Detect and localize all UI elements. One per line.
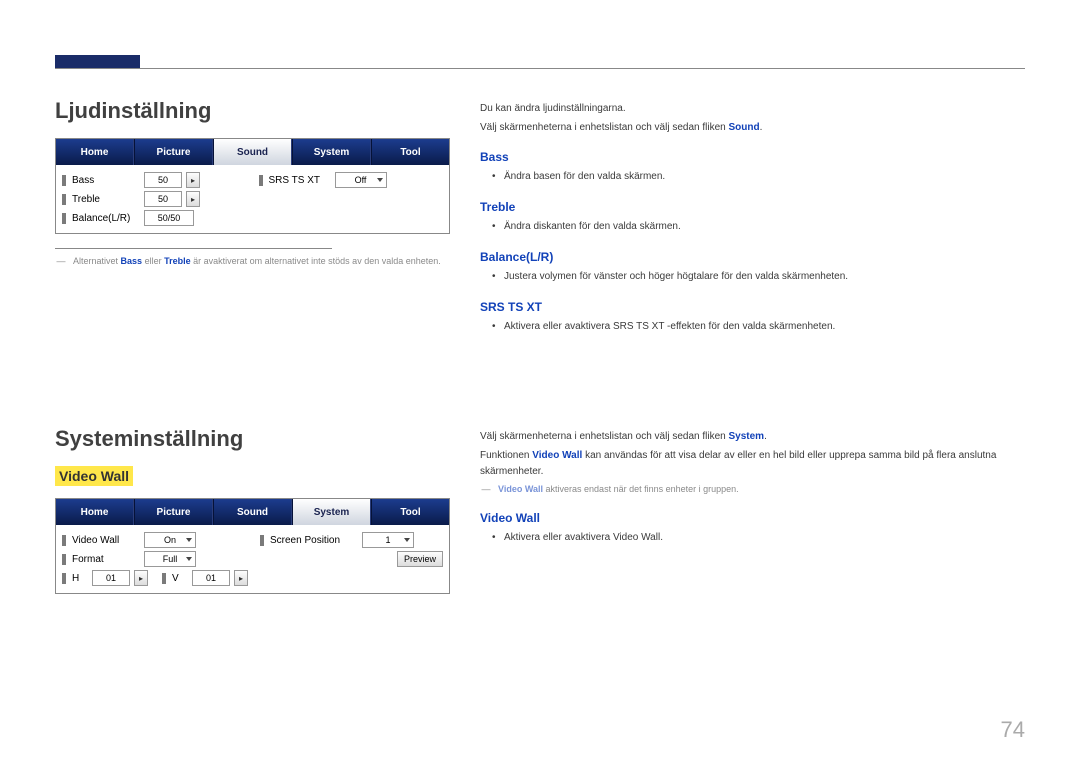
- tab-tool[interactable]: Tool: [371, 139, 449, 165]
- footnote-text: är avaktiverat om alternativet inte stöd…: [193, 256, 441, 266]
- treble-label: Treble: [72, 194, 140, 205]
- screenpos-value: 1: [385, 535, 390, 545]
- tab-sound[interactable]: Sound: [213, 499, 292, 525]
- bass-value[interactable]: 50: [144, 172, 182, 188]
- srs-desc: Aktivera eller avaktivera SRS TS XT -eff…: [492, 318, 1025, 336]
- text: Aktivera eller avaktivera: [504, 532, 613, 543]
- treble-value[interactable]: 50: [144, 191, 182, 207]
- treble-stepper[interactable]: ▸: [186, 191, 200, 207]
- row-marker: [259, 175, 263, 186]
- row-marker: [62, 194, 66, 205]
- text: Välj skärmenheterna i enhetslistan och v…: [480, 431, 728, 442]
- footnote-treble: Treble: [164, 256, 191, 266]
- row-marker: [62, 573, 66, 584]
- footnote-bass: Bass: [121, 256, 143, 266]
- hl-videowall: Video Wall: [532, 450, 582, 461]
- v-value[interactable]: 01: [192, 570, 230, 586]
- sound-tabbar: Home Picture Sound System Tool: [56, 139, 449, 165]
- format-label: Format: [72, 554, 140, 565]
- note-hl: Video Wall: [498, 484, 543, 494]
- srs-heading: SRS TS XT: [480, 300, 1025, 314]
- format-select[interactable]: Full: [144, 551, 196, 567]
- row-marker: [62, 554, 66, 565]
- videowall-desc: Aktivera eller avaktivera Video Wall.: [492, 529, 1025, 547]
- videowall-heading: Video Wall: [480, 511, 1025, 525]
- balance-value[interactable]: 50/50: [144, 210, 194, 226]
- srs-select[interactable]: Off: [335, 172, 387, 188]
- v-label: V: [172, 573, 188, 584]
- srs-label: SRS TS XT: [269, 175, 331, 186]
- h-stepper[interactable]: ▸: [134, 570, 148, 586]
- balance-label: Balance(L/R): [72, 213, 140, 224]
- footnote-text: Alternativet: [73, 256, 121, 266]
- system-intro: Välj skärmenheterna i enhetslistan och v…: [480, 429, 1025, 445]
- system-note: ― Video Wall aktiveras endast när det fi…: [480, 483, 1025, 497]
- footnote-text: eller: [145, 256, 165, 266]
- row-marker: [62, 213, 66, 224]
- hl-sound: Sound: [728, 122, 759, 133]
- row-marker: [162, 573, 166, 584]
- treble-heading: Treble: [480, 200, 1025, 214]
- tab-home[interactable]: Home: [56, 499, 134, 525]
- row-marker: [62, 175, 66, 186]
- section-title-sound: Ljudinställning: [55, 98, 450, 124]
- tab-tool[interactable]: Tool: [371, 499, 449, 525]
- subheading-videowall: Video Wall: [55, 466, 133, 486]
- tab-system[interactable]: System: [292, 499, 371, 525]
- treble-desc: Ändra diskanten för den valda skärmen.: [492, 218, 1025, 236]
- v-stepper[interactable]: ▸: [234, 570, 248, 586]
- text: -effekten för den valda skärmenheten.: [667, 321, 835, 332]
- sound-footnote: ― Alternativet Bass eller Treble är avak…: [55, 255, 450, 269]
- bass-label: Bass: [72, 175, 140, 186]
- videowall-select[interactable]: On: [144, 532, 196, 548]
- header-accent: [55, 55, 140, 68]
- tab-home[interactable]: Home: [56, 139, 134, 165]
- preview-button[interactable]: Preview: [397, 551, 443, 567]
- chevron-down-icon: [404, 538, 410, 542]
- text: Aktivera eller avaktivera: [504, 321, 613, 332]
- header-rule: [55, 68, 1025, 69]
- tab-sound[interactable]: Sound: [213, 139, 292, 165]
- balance-heading: Balance(L/R): [480, 250, 1025, 264]
- system-desc: Funktionen Video Wall kan användas för a…: [480, 448, 1025, 480]
- row-marker: [260, 535, 264, 546]
- tab-system[interactable]: System: [292, 139, 371, 165]
- screenpos-select[interactable]: 1: [362, 532, 414, 548]
- chevron-down-icon: [377, 178, 383, 182]
- videowall-value: On: [164, 535, 176, 545]
- sound-intro2: Välj skärmenheterna i enhetslistan och v…: [480, 120, 1025, 136]
- srs-value: Off: [355, 175, 367, 185]
- row-marker: [62, 535, 66, 546]
- text: Funktionen: [480, 450, 532, 461]
- sound-panel: Home Picture Sound System Tool Bass 50 ▸: [55, 138, 450, 234]
- h-value[interactable]: 01: [92, 570, 130, 586]
- hl-system: System: [728, 431, 764, 442]
- section-title-system: Systeminställning: [55, 426, 450, 452]
- tab-picture[interactable]: Picture: [134, 139, 213, 165]
- bass-stepper[interactable]: ▸: [186, 172, 200, 188]
- system-panel: Home Picture Sound System Tool Video Wal…: [55, 498, 450, 594]
- text: aktiveras endast när det finns enheter i…: [546, 484, 739, 494]
- sound-intro1: Du kan ändra ljudinställningarna.: [480, 101, 1025, 117]
- text: Välj skärmenheterna i enhetslistan och v…: [480, 122, 728, 133]
- format-value: Full: [163, 554, 178, 564]
- h-label: H: [72, 573, 88, 584]
- tab-picture[interactable]: Picture: [134, 499, 213, 525]
- footnote-rule: [55, 248, 332, 249]
- hl-videowall2: Video Wall: [613, 532, 660, 543]
- chevron-down-icon: [186, 557, 192, 561]
- screenpos-label: Screen Position: [270, 535, 358, 546]
- bass-desc: Ändra basen för den valda skärmen.: [492, 168, 1025, 186]
- system-tabbar: Home Picture Sound System Tool: [56, 499, 449, 525]
- hl-srs: SRS TS XT: [613, 321, 664, 332]
- balance-desc: Justera volymen för vänster och höger hö…: [492, 268, 1025, 286]
- videowall-label: Video Wall: [72, 535, 140, 546]
- bass-heading: Bass: [480, 150, 1025, 164]
- chevron-down-icon: [186, 538, 192, 542]
- page-number: 74: [1001, 717, 1025, 743]
